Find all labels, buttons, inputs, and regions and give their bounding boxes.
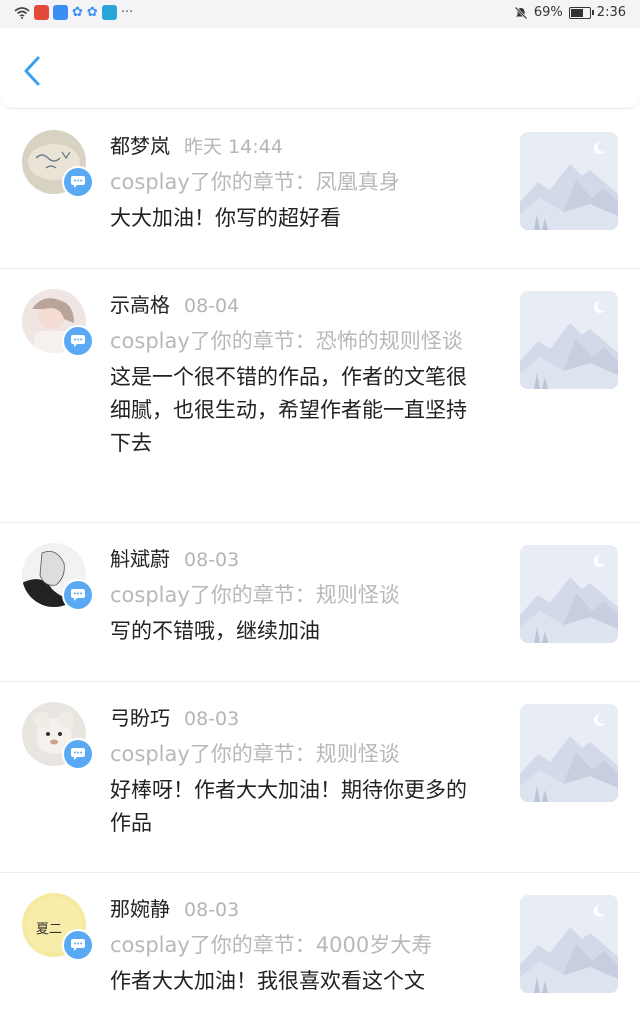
user-name[interactable]: 都梦岚 bbox=[110, 134, 170, 158]
screen: ✿ ✿ ··· 69% 2:36 都梦岚 昨天 14:44 cosplay了你的… bbox=[0, 0, 640, 1024]
chapter-reference[interactable]: cosplay了你的章节：4000岁大寿 bbox=[110, 930, 485, 961]
comment-list: 都梦岚 昨天 14:44 cosplay了你的章节：凤凰真身 大大加油！你写的超好… bbox=[0, 110, 640, 1024]
name-row: 弓盼巧 08-03 bbox=[110, 704, 485, 733]
chat-bubble-icon bbox=[71, 939, 85, 951]
mute-bell-icon bbox=[514, 6, 528, 19]
status-right: 69% 2:36 bbox=[514, 5, 626, 20]
comment-content: 弓盼巧 08-03 cosplay了你的章节：规则怪谈 好棒呀！作者大大加油！期待… bbox=[110, 704, 485, 840]
comment-content: 示高格 08-04 cosplay了你的章节：恐怖的规则怪谈 这是一个很不错的作品… bbox=[110, 291, 485, 460]
status-left: ✿ ✿ ··· bbox=[14, 5, 133, 20]
back-button[interactable] bbox=[18, 54, 48, 88]
comment-text: 这是一个很不错的作品，作者的文笔很细腻，也很生动，希望作者能一直坚持下去 bbox=[110, 365, 467, 455]
chapter-reference[interactable]: cosplay了你的章节：恐怖的规则怪谈 bbox=[110, 326, 485, 357]
comment-time: 08-04 bbox=[184, 295, 240, 317]
chapter-thumbnail[interactable] bbox=[520, 545, 618, 643]
name-row: 那婉静 08-03 bbox=[110, 895, 485, 924]
chapter-thumbnail[interactable] bbox=[520, 132, 618, 230]
svg-text:夏二: 夏二 bbox=[36, 922, 62, 937]
app-notification-icon bbox=[34, 5, 49, 20]
comment-item[interactable]: 都梦岚 昨天 14:44 cosplay了你的章节：凤凰真身 大大加油！你写的超好… bbox=[0, 110, 640, 269]
chat-bubble-icon bbox=[71, 176, 85, 188]
wifi-icon bbox=[14, 6, 30, 19]
comment-badge bbox=[62, 738, 94, 770]
name-row: 斛斌蔚 08-03 bbox=[110, 545, 485, 574]
comment-time: 08-03 bbox=[184, 549, 240, 571]
chapter-thumbnail[interactable] bbox=[520, 704, 618, 802]
chat-bubble-icon bbox=[71, 748, 85, 760]
comment-item[interactable]: 斛斌蔚 08-03 cosplay了你的章节：规则怪谈 写的不错哦，继续加油 bbox=[0, 523, 640, 682]
screen-app-icon bbox=[101, 5, 117, 20]
name-row: 示高格 08-04 bbox=[110, 291, 485, 320]
chapter-reference[interactable]: cosplay了你的章节：规则怪谈 bbox=[110, 580, 485, 611]
image-placeholder-icon bbox=[520, 545, 618, 643]
comment-badge bbox=[62, 166, 94, 198]
comment-text: 写的不错哦，继续加油 bbox=[110, 619, 320, 643]
comment-badge bbox=[62, 325, 94, 357]
chapter-thumbnail[interactable] bbox=[520, 291, 618, 389]
avatar-wrapper[interactable] bbox=[22, 702, 94, 770]
comment-content: 都梦岚 昨天 14:44 cosplay了你的章节：凤凰真身 大大加油！你写的超好… bbox=[110, 132, 485, 235]
cloud-app-icon bbox=[53, 5, 68, 20]
comment-item[interactable]: 夏二 那婉静 08-03 cosplay了你的章节：4000岁大寿 作者大大加油！… bbox=[0, 873, 640, 1024]
user-name[interactable]: 那婉静 bbox=[110, 897, 170, 921]
more-notifications-icon: ··· bbox=[120, 4, 134, 20]
comment-time: 08-03 bbox=[184, 899, 240, 921]
comment-time: 08-03 bbox=[184, 708, 240, 730]
user-name[interactable]: 斛斌蔚 bbox=[110, 547, 170, 571]
avatar-wrapper[interactable]: 夏二 bbox=[22, 893, 94, 961]
avatar-wrapper[interactable] bbox=[22, 130, 94, 198]
battery-percent: 69% bbox=[533, 5, 563, 20]
comment-content: 那婉静 08-03 cosplay了你的章节：4000岁大寿 作者大大加油！我很喜… bbox=[110, 895, 485, 998]
comment-item[interactable]: 弓盼巧 08-03 cosplay了你的章节：规则怪谈 好棒呀！作者大大加油！期待… bbox=[0, 682, 640, 873]
name-row: 都梦岚 昨天 14:44 bbox=[110, 132, 485, 161]
image-placeholder-icon bbox=[520, 291, 618, 389]
image-placeholder-icon bbox=[520, 895, 618, 993]
comment-time: 昨天 14:44 bbox=[184, 136, 283, 158]
comment-badge bbox=[62, 579, 94, 611]
chat-bubble-icon bbox=[71, 589, 85, 601]
image-placeholder-icon bbox=[520, 704, 618, 802]
battery-level bbox=[570, 8, 583, 17]
paw-app-icon-2: ✿ bbox=[86, 5, 98, 20]
battery-icon bbox=[568, 6, 594, 19]
chevron-left-icon bbox=[24, 56, 40, 86]
chapter-reference[interactable]: cosplay了你的章节：规则怪谈 bbox=[110, 739, 485, 770]
comment-item[interactable]: 示高格 08-04 cosplay了你的章节：恐怖的规则怪谈 这是一个很不错的作品… bbox=[0, 269, 640, 523]
avatar-wrapper[interactable] bbox=[22, 289, 94, 357]
comment-badge bbox=[62, 929, 94, 961]
clock: 2:36 bbox=[596, 5, 626, 20]
comment-text: 大大加油！你写的超好看 bbox=[110, 206, 341, 230]
paw-app-icon: ✿ bbox=[72, 5, 83, 20]
user-name[interactable]: 示高格 bbox=[110, 293, 170, 317]
header bbox=[0, 28, 640, 109]
comment-content: 斛斌蔚 08-03 cosplay了你的章节：规则怪谈 写的不错哦，继续加油 bbox=[110, 545, 485, 648]
user-name[interactable]: 弓盼巧 bbox=[110, 706, 170, 730]
status-bar: ✿ ✿ ··· 69% 2:36 bbox=[0, 0, 640, 28]
image-placeholder-icon bbox=[520, 132, 618, 230]
comment-text: 作者大大加油！我很喜欢看这个文 bbox=[110, 969, 425, 993]
chapter-reference[interactable]: cosplay了你的章节：凤凰真身 bbox=[110, 167, 485, 198]
comment-text: 好棒呀！作者大大加油！期待你更多的作品 bbox=[110, 778, 467, 835]
chat-bubble-icon bbox=[71, 335, 85, 347]
chapter-thumbnail[interactable] bbox=[520, 895, 618, 993]
avatar-wrapper[interactable] bbox=[22, 543, 94, 611]
